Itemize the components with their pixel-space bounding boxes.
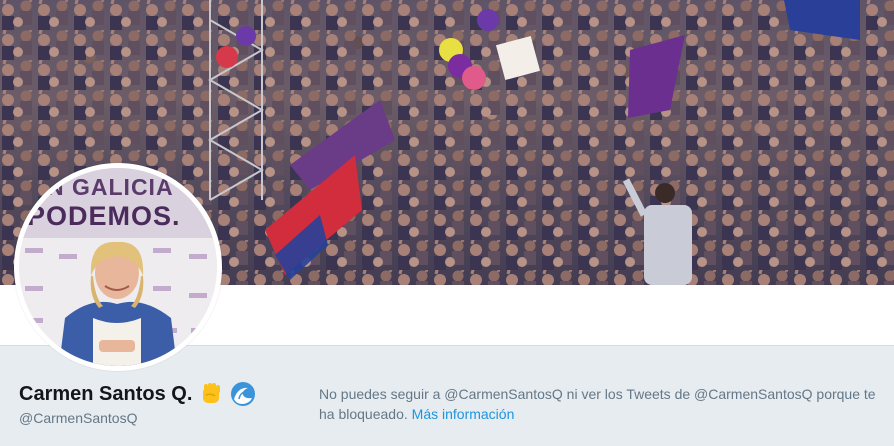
avatar[interactable]: N GALICIA PODEMOS.	[19, 168, 217, 366]
display-name[interactable]: Carmen Santos Q.	[19, 383, 192, 406]
profile-header-card: Carmen Santos Q. @CarmenSantosQ	[19, 380, 299, 426]
avatar-sign-line-1: N GALICIA	[47, 174, 174, 200]
balloon-purple	[477, 9, 499, 31]
blocked-notice-text: No puedes seguir a @CarmenSantosQ ni ver…	[319, 386, 876, 422]
balloon-red	[216, 46, 238, 68]
blocked-notice: No puedes seguir a @CarmenSantosQ ni ver…	[319, 384, 889, 424]
screen-name[interactable]: @CarmenSantosQ	[19, 410, 299, 426]
raised-fist-icon	[203, 383, 221, 403]
balloon-pink	[462, 66, 486, 90]
balloon-purple	[236, 26, 256, 46]
water-wave-icon	[231, 382, 256, 406]
avatar-sign-line-2: PODEMOS.	[27, 201, 181, 231]
profile-page: N GALICIA PODEMOS. Carmen Santos Q. @Car…	[0, 0, 894, 446]
name-row: Carmen Santos Q.	[19, 380, 299, 408]
more-info-link[interactable]: Más información	[412, 406, 515, 422]
